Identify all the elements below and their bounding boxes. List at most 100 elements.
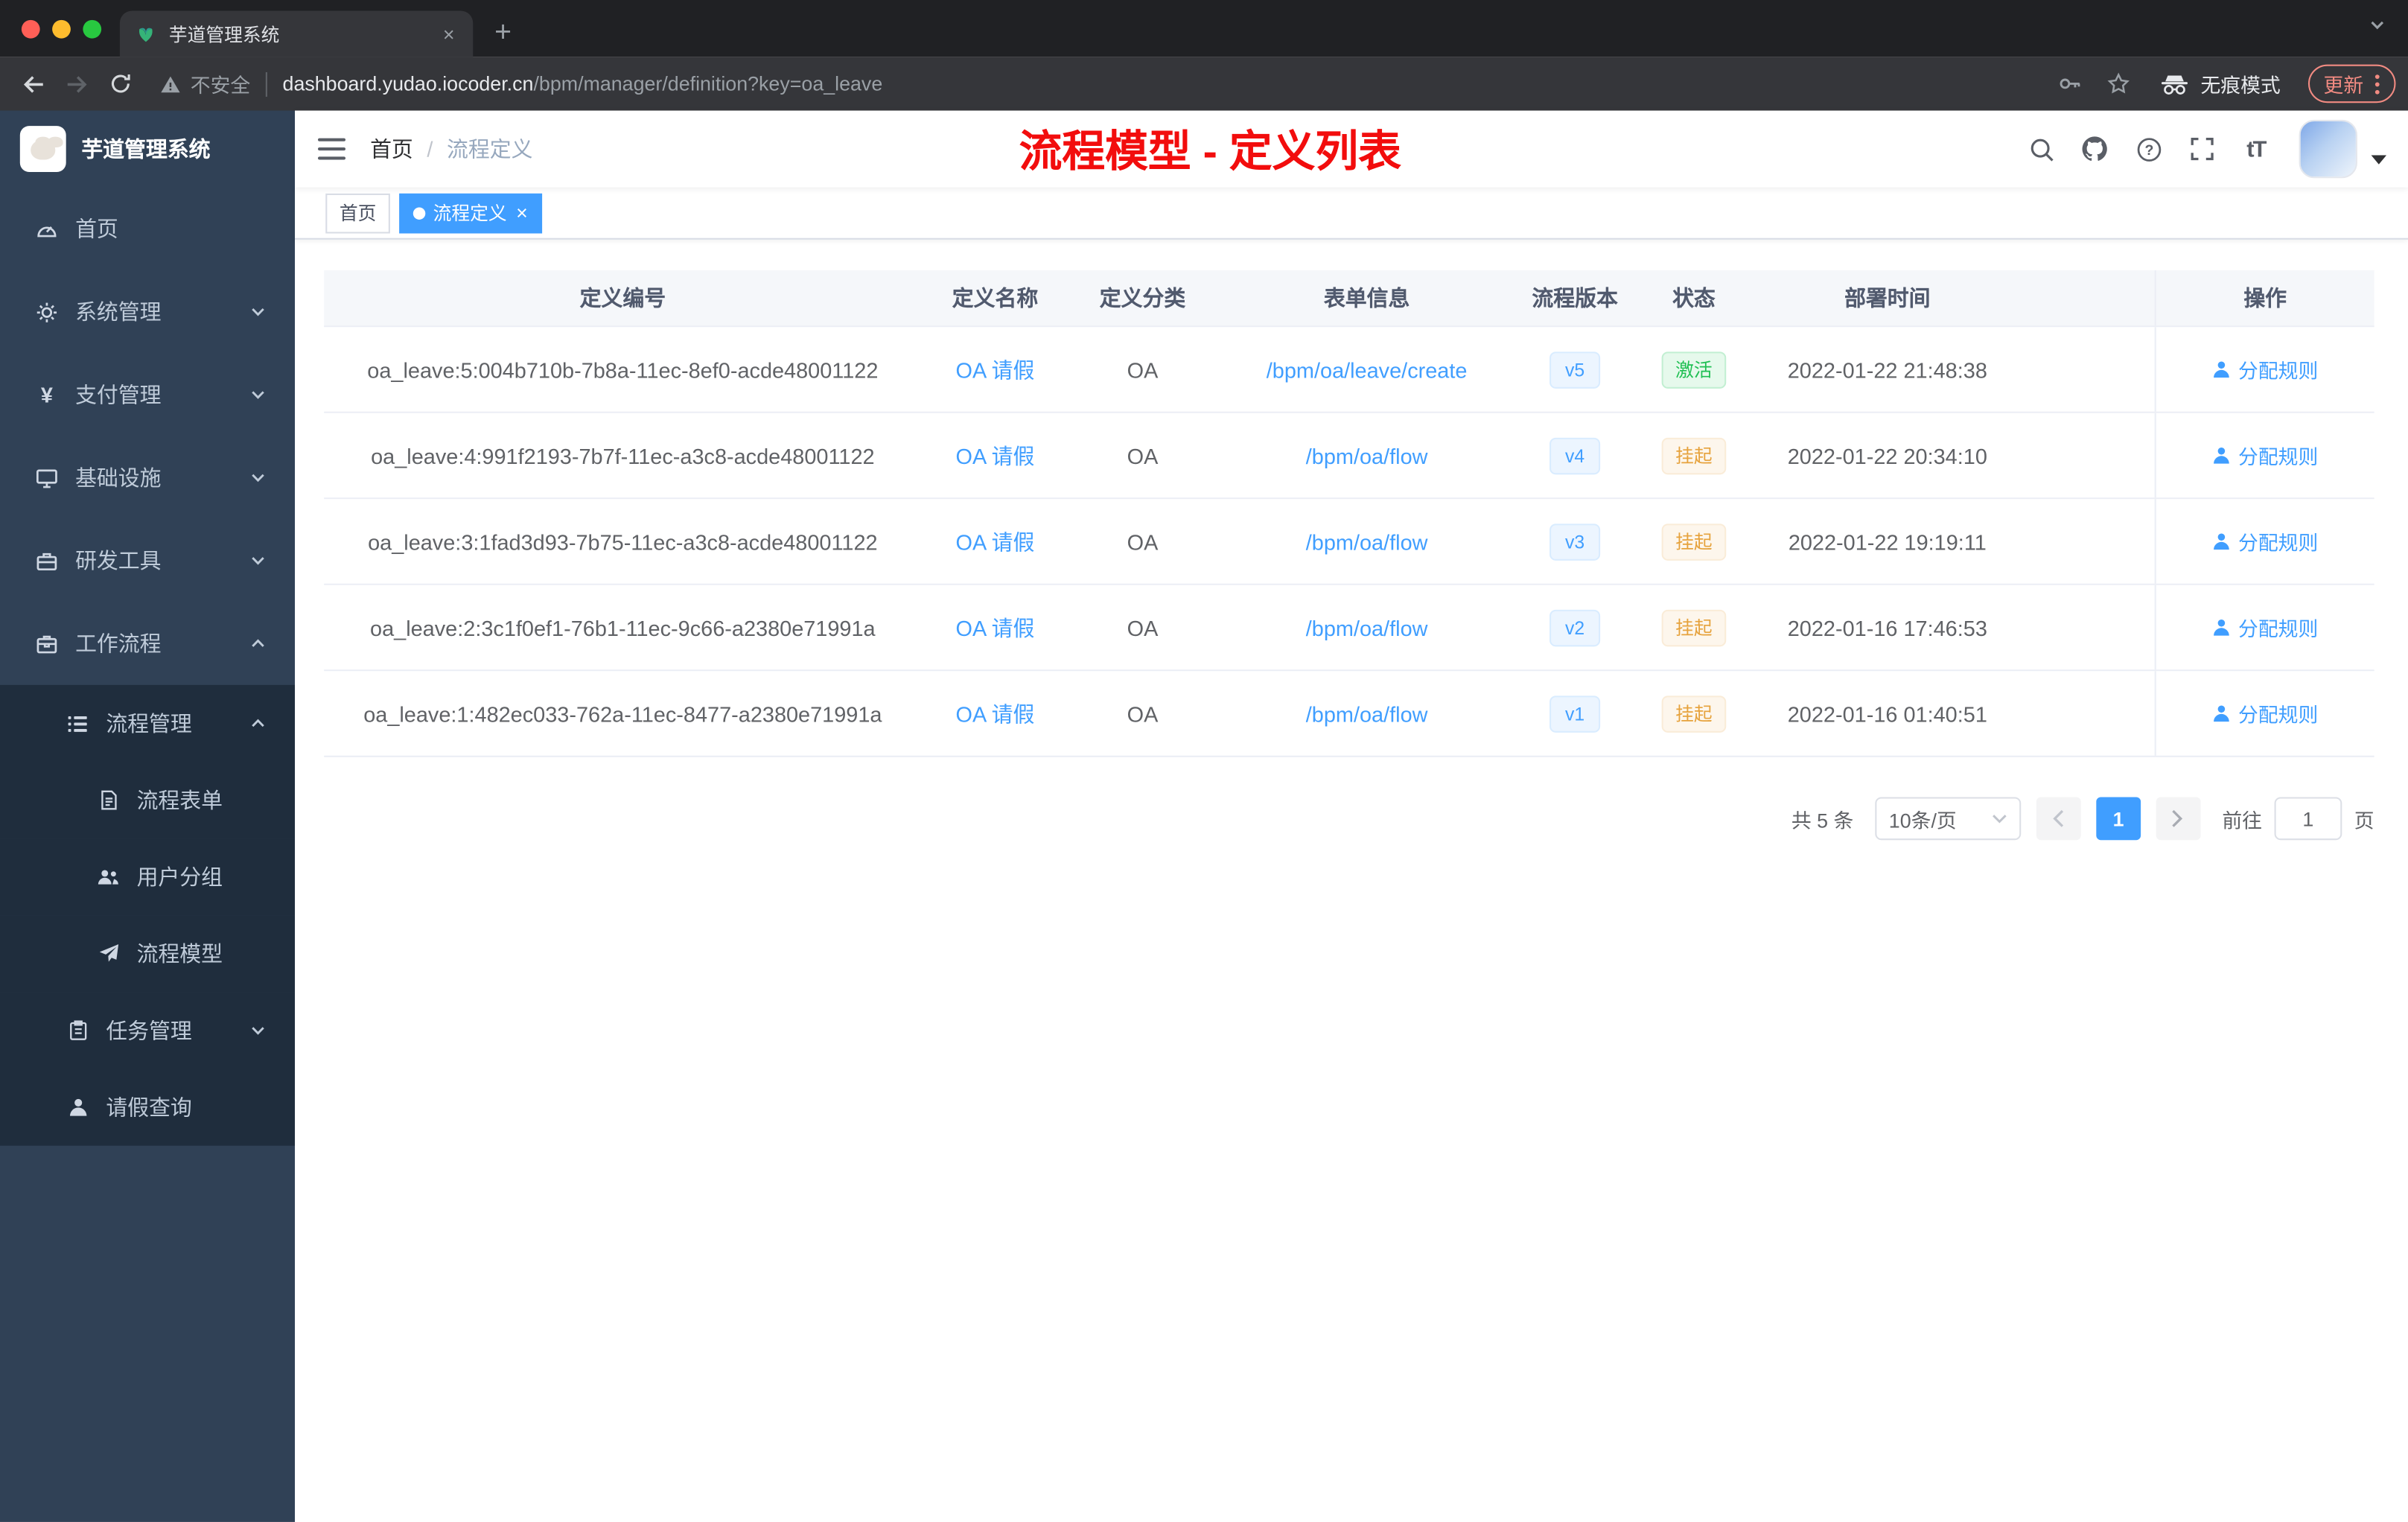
cell-deploy-time: 2022-01-16 17:46:53 [1787, 615, 1987, 640]
help-icon[interactable]: ? [2126, 126, 2172, 172]
sidebar-item-task-management[interactable]: 任务管理 [0, 992, 295, 1069]
page-title: 流程模型 - 定义列表 [1019, 127, 1401, 176]
avatar-chevron-down-icon[interactable] [2371, 155, 2387, 165]
cell-deploy-time: 2022-01-16 01:40:51 [1787, 701, 1987, 726]
user-icon [2212, 532, 2232, 552]
list-icon [65, 712, 91, 735]
url-path: /bpm/manager/definition?key=oa_leave [533, 71, 883, 95]
row-filler [2019, 327, 2155, 411]
svg-text:?: ? [2144, 141, 2153, 158]
tags-bar: 首页 流程定义 × [295, 187, 2408, 240]
breadcrumb: 首页 / 流程定义 [370, 133, 532, 164]
assign-rule-link[interactable]: 分配规则 [2212, 441, 2318, 470]
assign-rule-link[interactable]: 分配规则 [2212, 354, 2318, 383]
assign-rule-link[interactable]: 分配规则 [2212, 613, 2318, 642]
security-indicator[interactable]: 不安全 [160, 69, 250, 98]
reload-icon[interactable] [98, 63, 141, 106]
bookmark-star-icon[interactable] [2098, 63, 2141, 106]
fullscreen-icon[interactable] [2179, 126, 2226, 172]
close-icon[interactable]: × [516, 203, 528, 223]
sidebar-item-payment-management[interactable]: ¥ 支付管理 [0, 353, 295, 436]
definition-name-link[interactable]: OA 请假 [956, 698, 1035, 728]
browser-toolbar: 不安全 dashboard.yudao.iocoder.cn/bpm/manag… [0, 57, 2408, 111]
pagination: 共 5 条 10条/页 1 前往 1 页 [324, 797, 2374, 841]
key-icon[interactable] [2048, 63, 2092, 106]
avatar[interactable] [2299, 119, 2357, 179]
prev-page-button[interactable] [2036, 797, 2081, 841]
window-close-button[interactable] [21, 19, 40, 38]
font-size-icon[interactable]: tT [2233, 126, 2279, 172]
sidebar-item-leave-query[interactable]: 请假查询 [0, 1069, 295, 1146]
tab-search-chevron-icon[interactable] [2368, 16, 2386, 34]
status-tag: 挂起 [1661, 523, 1727, 560]
form-link[interactable]: /bpm/oa/flow [1306, 615, 1428, 640]
sidebar-item-user-group[interactable]: 用户分组 [0, 838, 295, 916]
address-bar[interactable]: dashboard.yudao.iocoder.cn/bpm/manager/d… [283, 72, 2049, 95]
chevron-down-icon [249, 551, 267, 570]
sidebar-item-process-management[interactable]: 流程管理 [0, 684, 295, 762]
table-row: oa_leave:1:482ec033-762a-11ec-8477-a2380… [324, 671, 2374, 757]
sidebar-item-workflow[interactable]: 工作流程 [0, 602, 295, 685]
divider [265, 71, 267, 96]
send-icon [95, 943, 121, 964]
tab-title: 芋道管理系统 [168, 23, 280, 45]
page-number-button[interactable]: 1 [2096, 797, 2141, 841]
goto-page-input[interactable] [2274, 797, 2342, 841]
goto-unit: 页 [2354, 808, 2374, 832]
table-row: oa_leave:5:004b710b-7b8a-11ec-8ef0-acde4… [324, 327, 2374, 413]
cell-category: OA [1127, 701, 1159, 726]
definition-name-link[interactable]: OA 请假 [956, 440, 1035, 471]
row-filler [2019, 585, 2155, 669]
sidebar-item-infrastructure[interactable]: 基础设施 [0, 436, 295, 519]
definition-name-link[interactable]: OA 请假 [956, 612, 1035, 643]
new-tab-button[interactable]: + [494, 19, 512, 48]
definition-name-link[interactable]: OA 请假 [956, 526, 1035, 556]
top-navbar: 首页 / 流程定义 流程模型 - 定义列表 ? tT [295, 110, 2408, 188]
cell-deploy-time: 2022-01-22 19:19:11 [1788, 529, 1987, 554]
toolbox-icon [34, 549, 60, 572]
column-header: 定义编号 [579, 285, 666, 311]
search-icon[interactable] [2018, 126, 2064, 172]
column-header: 流程版本 [1532, 285, 1618, 311]
sidebar-item-process-model[interactable]: 流程模型 [0, 915, 295, 993]
row-filler [2019, 499, 2155, 583]
github-icon[interactable] [2071, 126, 2118, 172]
breadcrumb-home[interactable]: 首页 [370, 133, 413, 164]
cell-deploy-time: 2022-01-22 20:34:10 [1787, 443, 1987, 468]
column-header: 状态 [1672, 285, 1716, 311]
form-link[interactable]: /bpm/oa/flow [1306, 443, 1428, 468]
window-zoom-button[interactable] [83, 19, 102, 38]
sidebar-item-home[interactable]: 首页 [0, 188, 295, 270]
back-icon[interactable] [13, 63, 56, 106]
version-tag: v4 [1549, 436, 1600, 474]
cell-definition-id: oa_leave:2:3c1f0ef1-76b1-11ec-9c66-a2380… [370, 615, 876, 640]
tab-close-icon[interactable]: × [440, 22, 458, 45]
status-tag: 挂起 [1661, 608, 1727, 646]
sidebar-item-process-form[interactable]: 流程表单 [0, 762, 295, 839]
forward-icon[interactable] [55, 63, 98, 106]
browser-tab[interactable]: 芋道管理系统 × [119, 10, 474, 57]
cell-deploy-time: 2022-01-22 21:48:38 [1787, 357, 1987, 382]
form-link[interactable]: /bpm/oa/leave/create [1267, 357, 1468, 382]
assign-rule-link[interactable]: 分配规则 [2212, 698, 2318, 727]
sidebar-item-dev-tools[interactable]: 研发工具 [0, 519, 295, 602]
form-link[interactable]: /bpm/oa/flow [1306, 529, 1428, 554]
next-page-button[interactable] [2156, 797, 2201, 841]
page-size-select[interactable]: 10条/页 [1875, 797, 2022, 841]
clipboard-icon [65, 1020, 91, 1042]
version-tag: v2 [1549, 608, 1600, 646]
form-link[interactable]: /bpm/oa/flow [1306, 701, 1428, 726]
definition-name-link[interactable]: OA 请假 [956, 354, 1035, 384]
update-button[interactable]: 更新 [2307, 64, 2396, 104]
view-tag-active[interactable]: 流程定义 × [399, 192, 542, 233]
view-tag[interactable]: 首页 [325, 192, 390, 233]
sidebar-item-system-management[interactable]: 系统管理 [0, 270, 295, 353]
assign-rule-link[interactable]: 分配规则 [2212, 526, 2318, 555]
version-tag: v1 [1549, 695, 1600, 732]
sidebar: 芋道管理系统 首页 系统管理 ¥ 支付管理 基础设施 研发工具 工作流程 流程管… [0, 110, 295, 1522]
users-icon [95, 865, 121, 888]
row-filler [2019, 413, 2155, 497]
hamburger-icon[interactable] [295, 111, 369, 188]
window-minimize-button[interactable] [52, 19, 71, 38]
table-header: 定义编号 定义名称 定义分类 表单信息 流程版本 状态 部署时间 操作 [324, 270, 2374, 328]
